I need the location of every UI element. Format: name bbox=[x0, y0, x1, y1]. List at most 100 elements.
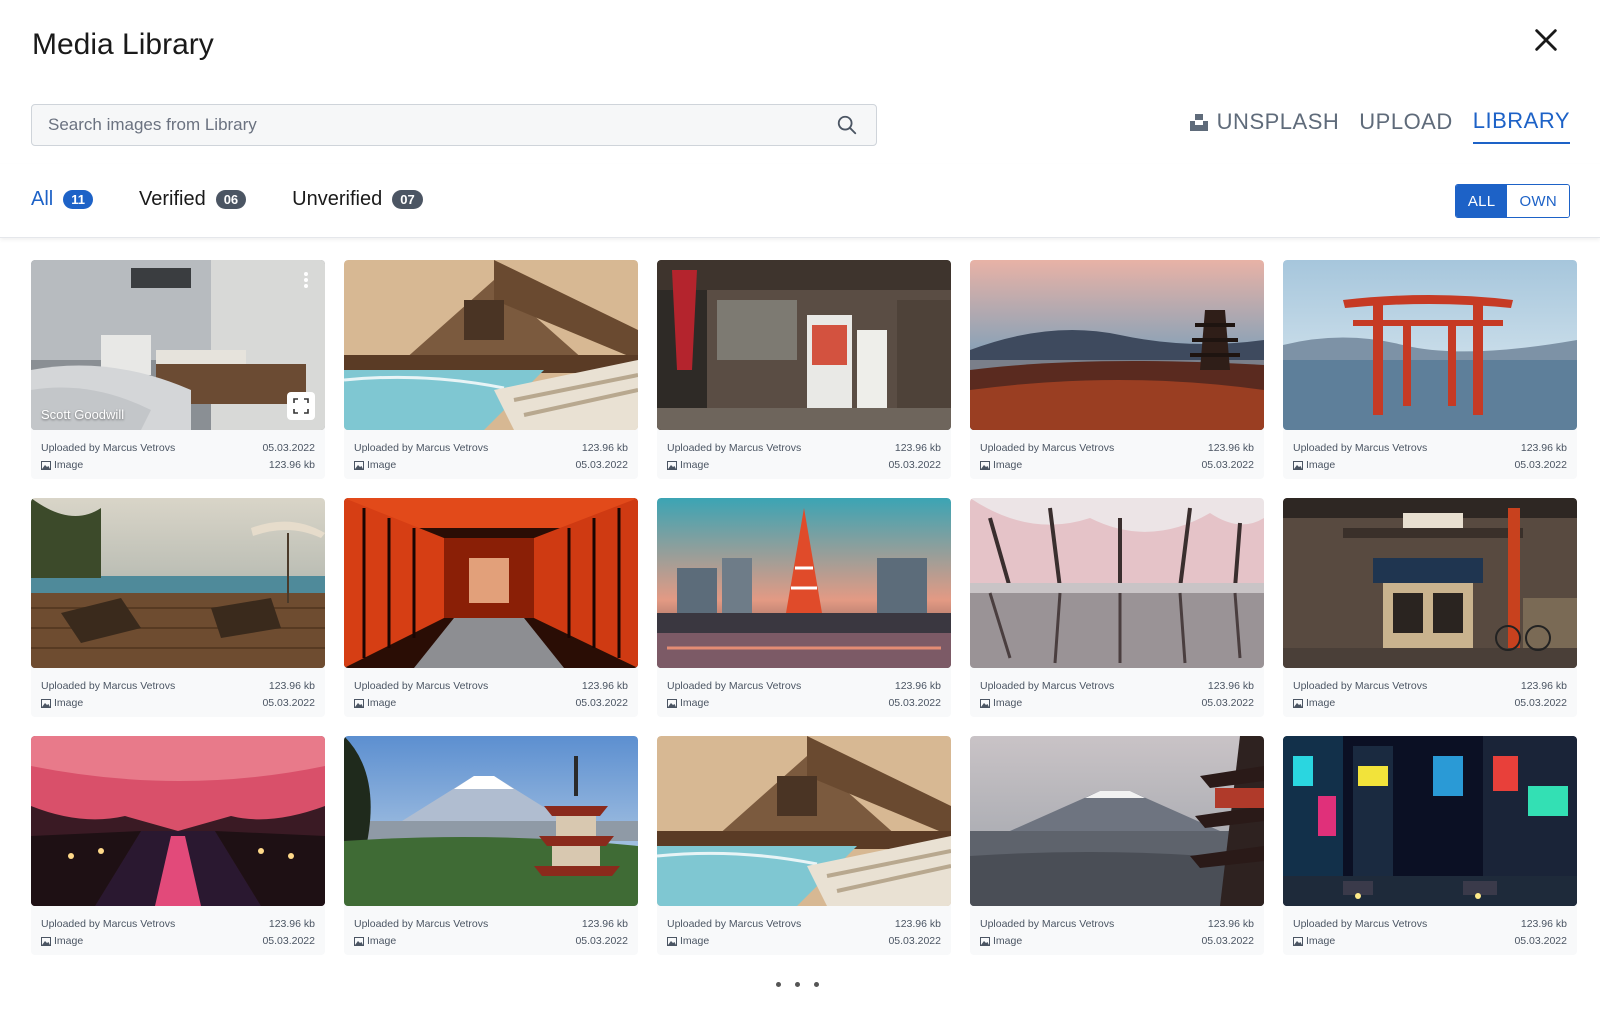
uploader-label: Uploaded by Marcus Vetrovs bbox=[41, 680, 176, 692]
meta-bottom-right: 123.96 kb bbox=[268, 459, 315, 471]
filter-all[interactable]: All 11 bbox=[31, 188, 93, 211]
media-card[interactable]: Uploaded by Marcus Vetrovs 123.96 kb Image… bbox=[657, 736, 951, 955]
tab-unsplash-label: UNSPLASH bbox=[1216, 109, 1340, 134]
media-meta: Uploaded by Marcus Vetrovs 123.96 kb Image… bbox=[344, 668, 638, 712]
meta-top-right: 123.96 kb bbox=[1520, 680, 1567, 692]
meta-top-right: 123.96 kb bbox=[1520, 918, 1567, 930]
tab-upload[interactable]: UPLOAD bbox=[1359, 109, 1452, 143]
uploader-label: Uploaded by Marcus Vetrovs bbox=[980, 680, 1115, 692]
media-thumbnail[interactable] bbox=[1283, 736, 1577, 906]
image-icon bbox=[980, 461, 990, 470]
media-card[interactable]: Uploaded by Marcus Vetrovs 123.96 kb Image… bbox=[31, 498, 325, 717]
media-thumbnail[interactable] bbox=[344, 260, 638, 430]
thumbnail-image bbox=[1283, 736, 1577, 906]
media-thumbnail[interactable] bbox=[344, 736, 638, 906]
thumbnail-image bbox=[344, 736, 638, 906]
media-thumbnail[interactable] bbox=[970, 736, 1264, 906]
meta-bottom-right: 05.03.2022 bbox=[1514, 459, 1567, 471]
ownership-toggle: ALL OWN bbox=[1454, 184, 1570, 218]
media-thumbnail[interactable] bbox=[344, 498, 638, 668]
media-thumbnail[interactable] bbox=[1283, 260, 1577, 430]
media-thumbnail[interactable] bbox=[31, 498, 325, 668]
uploader-label: Uploaded by Marcus Vetrovs bbox=[667, 680, 802, 692]
uploader-label: Uploaded by Marcus Vetrovs bbox=[667, 918, 802, 930]
media-meta: Uploaded by Marcus Vetrovs 05.03.2022 Imag… bbox=[31, 430, 325, 474]
expand-button[interactable] bbox=[287, 392, 315, 420]
pagination-dot[interactable] bbox=[776, 982, 781, 987]
image-icon bbox=[980, 937, 990, 946]
media-card[interactable]: Uploaded by Marcus Vetrovs 123.96 kb Image… bbox=[970, 260, 1264, 479]
media-thumbnail[interactable] bbox=[657, 736, 951, 906]
media-card[interactable]: Uploaded by Marcus Vetrovs 123.96 kb Image… bbox=[344, 260, 638, 479]
media-meta: Uploaded by Marcus Vetrovs 123.96 kb Image… bbox=[344, 906, 638, 950]
uploader-label: Uploaded by Marcus Vetrovs bbox=[980, 442, 1115, 454]
media-type: Image bbox=[1293, 933, 1335, 950]
media-type-label: Image bbox=[993, 459, 1023, 471]
media-thumbnail[interactable] bbox=[657, 498, 951, 668]
media-thumbnail[interactable] bbox=[657, 260, 951, 430]
media-type-label: Image bbox=[993, 935, 1023, 947]
more-options-icon[interactable] bbox=[299, 270, 313, 290]
filter-verified[interactable]: Verified 06 bbox=[139, 188, 247, 211]
media-type: Image bbox=[41, 695, 83, 712]
uploader-label: Uploaded by Marcus Vetrovs bbox=[41, 918, 176, 930]
media-thumbnail[interactable] bbox=[31, 736, 325, 906]
image-icon bbox=[1293, 461, 1303, 470]
meta-bottom-right: 05.03.2022 bbox=[262, 935, 315, 947]
media-card[interactable]: Uploaded by Marcus Vetrovs 123.96 kb Image… bbox=[970, 736, 1264, 955]
media-card[interactable]: Uploaded by Marcus Vetrovs 123.96 kb Image… bbox=[1283, 260, 1577, 479]
thumbnail-image bbox=[657, 260, 951, 430]
media-card[interactable]: Uploaded by Marcus Vetrovs 123.96 kb Image… bbox=[344, 498, 638, 717]
media-meta: Uploaded by Marcus Vetrovs 123.96 kb Image… bbox=[970, 906, 1264, 950]
pagination-dot[interactable] bbox=[814, 982, 819, 987]
media-type: Image bbox=[354, 457, 396, 474]
meta-bottom-right: 05.03.2022 bbox=[1514, 935, 1567, 947]
media-card[interactable]: Uploaded by Marcus Vetrovs 123.96 kb Image… bbox=[344, 736, 638, 955]
meta-top-right: 123.96 kb bbox=[581, 680, 628, 692]
pagination-dots bbox=[776, 982, 819, 987]
media-type-label: Image bbox=[367, 935, 397, 947]
ownership-own-button[interactable]: OWN bbox=[1507, 185, 1569, 217]
media-card[interactable]: Uploaded by Marcus Vetrovs 123.96 kb Image… bbox=[1283, 498, 1577, 717]
media-type: Image bbox=[980, 933, 1022, 950]
media-type-label: Image bbox=[54, 935, 84, 947]
tab-library[interactable]: LIBRARY bbox=[1472, 108, 1570, 144]
tab-unsplash[interactable]: UNSPLASH bbox=[1189, 109, 1340, 143]
pagination-dot[interactable] bbox=[795, 982, 800, 987]
media-thumbnail[interactable]: Scott Goodwill bbox=[31, 260, 325, 430]
thumbnail-image bbox=[1283, 260, 1577, 430]
tab-upload-label: UPLOAD bbox=[1359, 109, 1453, 134]
media-type: Image bbox=[354, 933, 396, 950]
search-icon[interactable] bbox=[836, 114, 858, 136]
media-meta: Uploaded by Marcus Vetrovs 123.96 kb Image… bbox=[1283, 430, 1577, 474]
meta-bottom-right: 05.03.2022 bbox=[575, 459, 628, 471]
thumbnail-image bbox=[344, 260, 638, 430]
tab-library-label: LIBRARY bbox=[1472, 108, 1570, 133]
media-type-label: Image bbox=[367, 697, 397, 709]
search-input[interactable] bbox=[32, 115, 836, 135]
media-thumbnail[interactable] bbox=[970, 498, 1264, 668]
search-box bbox=[31, 104, 877, 146]
media-type-label: Image bbox=[993, 697, 1023, 709]
ownership-all-button[interactable]: ALL bbox=[1455, 185, 1508, 217]
uploader-label: Uploaded by Marcus Vetrovs bbox=[354, 680, 489, 692]
media-thumbnail[interactable] bbox=[1283, 498, 1577, 668]
uploader-label: Uploaded by Marcus Vetrovs bbox=[980, 918, 1115, 930]
close-icon[interactable] bbox=[1532, 26, 1560, 54]
meta-bottom-right: 05.03.2022 bbox=[575, 935, 628, 947]
media-card[interactable]: Uploaded by Marcus Vetrovs 123.96 kb Image… bbox=[970, 498, 1264, 717]
media-card[interactable]: Uploaded by Marcus Vetrovs 123.96 kb Image… bbox=[657, 498, 951, 717]
media-card[interactable]: Uploaded by Marcus Vetrovs 123.96 kb Image… bbox=[31, 736, 325, 955]
thumbnail-image bbox=[31, 260, 325, 430]
image-icon bbox=[354, 699, 364, 708]
media-meta: Uploaded by Marcus Vetrovs 123.96 kb Image… bbox=[1283, 668, 1577, 712]
media-meta: Uploaded by Marcus Vetrovs 123.96 kb Image… bbox=[657, 430, 951, 474]
media-card[interactable]: Uploaded by Marcus Vetrovs 123.96 kb Image… bbox=[1283, 736, 1577, 955]
filter-unverified[interactable]: Unverified 07 bbox=[292, 188, 423, 211]
media-card[interactable]: Scott Goodwill Uploaded by Marcus Vetrovs… bbox=[31, 260, 325, 479]
meta-bottom-right: 05.03.2022 bbox=[575, 697, 628, 709]
meta-top-right: 123.96 kb bbox=[581, 918, 628, 930]
media-thumbnail[interactable] bbox=[970, 260, 1264, 430]
media-type-label: Image bbox=[54, 697, 84, 709]
media-card[interactable]: Uploaded by Marcus Vetrovs 123.96 kb Image… bbox=[657, 260, 951, 479]
